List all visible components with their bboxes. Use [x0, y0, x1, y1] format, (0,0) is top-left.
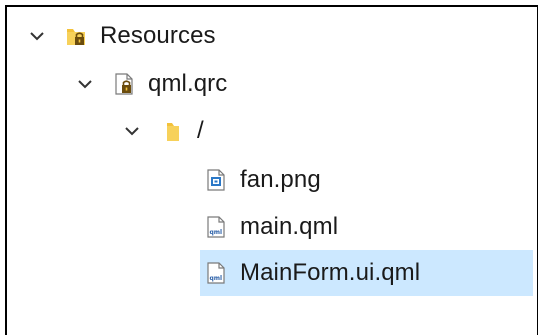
tree-item-fan-png[interactable]: fan.png [205, 157, 321, 203]
chevron-down-icon[interactable] [29, 28, 45, 44]
tree-item-resources[interactable]: Resources [29, 13, 216, 59]
svg-text:qml: qml [210, 275, 223, 282]
qml-file-icon: qml [205, 261, 227, 285]
svg-text:qml: qml [210, 229, 223, 236]
qml-file-icon: qml [205, 215, 227, 239]
tree-item-label: / [197, 117, 204, 144]
image-file-icon [205, 168, 227, 192]
tree-item-main-qml[interactable]: qml main.qml [205, 204, 338, 250]
tree-item-label: Resources [100, 22, 216, 49]
tree-item-qml-qrc[interactable]: qml.qrc [77, 61, 227, 107]
tree-item-mainform-ui-qml[interactable]: qml MainForm.ui.qml [200, 250, 533, 296]
qrc-file-lock-icon [113, 72, 135, 96]
tree-item-label: fan.png [240, 166, 321, 193]
chevron-down-icon[interactable] [124, 123, 140, 139]
tree-item-label: main.qml [240, 213, 339, 240]
chevron-down-icon[interactable] [77, 76, 93, 92]
folder-lock-icon [65, 24, 87, 48]
folder-icon [162, 119, 184, 143]
tree-item-label: qml.qrc [148, 70, 228, 97]
tree-item-root-folder[interactable]: / [124, 108, 204, 154]
tree-item-label: MainForm.ui.qml [240, 259, 421, 286]
